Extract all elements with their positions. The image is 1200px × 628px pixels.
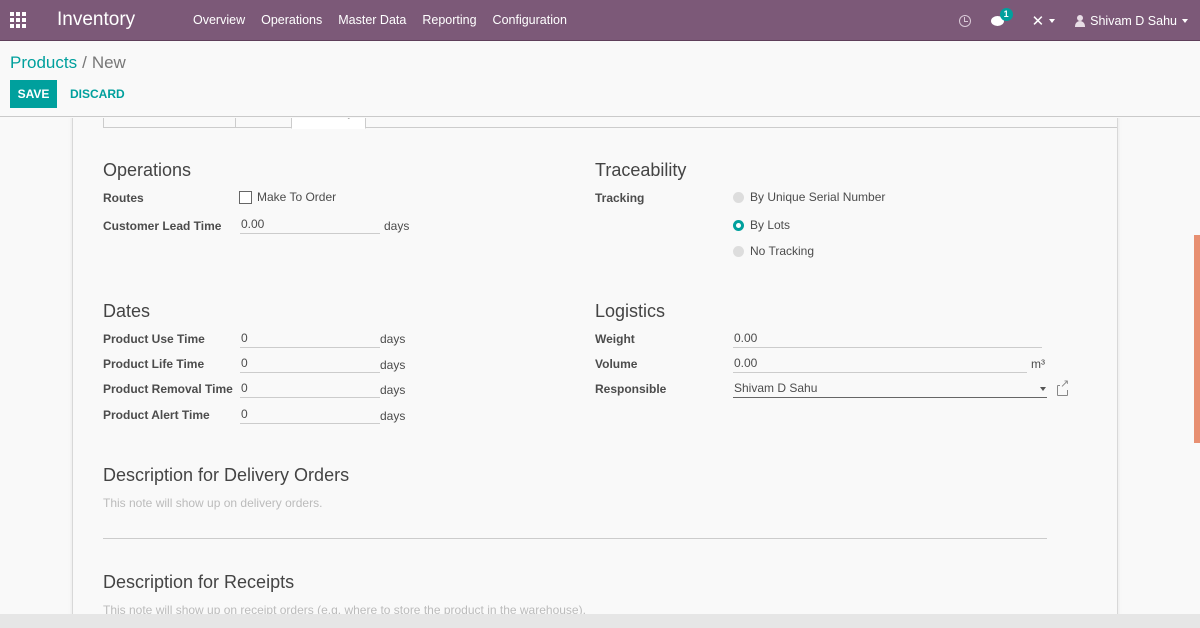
- tab-sales[interactable]: Sales: [235, 118, 291, 128]
- caret-down-icon: [1049, 18, 1056, 23]
- save-button[interactable]: Save: [10, 80, 57, 108]
- product-alert-time-label: Product Alert Time: [103, 408, 210, 422]
- receipt-description-title: Description for Receipts: [103, 572, 295, 592]
- make-to-order-checkbox[interactable]: Make To Order: [239, 190, 336, 204]
- delivery-description-title: Description for Delivery Orders: [103, 465, 350, 485]
- menu-overview[interactable]: Overview: [185, 0, 253, 41]
- tracking-serial-label: By Unique Serial Number: [750, 190, 886, 204]
- tools-button[interactable]: ✕: [1022, 12, 1066, 30]
- menu-master-data[interactable]: Master Data: [330, 0, 414, 41]
- weight-label: Weight: [595, 332, 635, 346]
- scrollbar-thumb[interactable]: [1194, 235, 1200, 443]
- responsible-label: Responsible: [595, 382, 667, 396]
- tracking-none-label: No Tracking: [750, 244, 815, 258]
- product-alert-time-input[interactable]: 0: [240, 404, 380, 424]
- radio-icon[interactable]: [733, 191, 744, 203]
- delivery-description-underline: [103, 538, 1047, 539]
- tracking-lots-radio[interactable]: By Lots: [733, 218, 790, 232]
- apps-menu-icon[interactable]: [10, 12, 26, 28]
- caret-down-icon: [1182, 18, 1188, 23]
- product-removal-time-label: Product Removal Time: [103, 382, 233, 396]
- menu-operations[interactable]: Operations: [253, 0, 330, 41]
- clock-icon: [958, 14, 971, 27]
- discard-button[interactable]: Discard: [62, 80, 133, 108]
- operations-title: Operations: [103, 160, 192, 180]
- menu-reporting[interactable]: Reporting: [414, 0, 484, 41]
- logistics-title: Logistics: [595, 301, 666, 321]
- tab-inventory[interactable]: Inventory: [291, 118, 367, 129]
- make-to-order-label: Make To Order: [257, 190, 337, 204]
- app-name: Inventory: [57, 9, 136, 30]
- bottom-scrollbar[interactable]: [0, 614, 1200, 628]
- volume-label: Volume: [595, 357, 638, 371]
- traceability-title: Traceability: [595, 160, 687, 180]
- product-removal-time-unit: days: [380, 383, 406, 397]
- customer-lead-time-input[interactable]: 0.00: [240, 214, 380, 234]
- external-link-icon[interactable]: [1057, 379, 1070, 396]
- breadcrumb-separator: /: [82, 53, 87, 72]
- breadcrumb-current: New: [91, 53, 126, 72]
- user-icon: [1075, 14, 1086, 27]
- breadcrumb: Products / New: [10, 53, 126, 73]
- product-life-time-input[interactable]: 0: [240, 353, 380, 373]
- volume-unit: m³: [1031, 357, 1045, 371]
- notebook-tabs: General Information Sales Inventory: [103, 118, 1117, 129]
- main-menu: Overview Operations Master Data Reportin…: [185, 0, 575, 41]
- product-use-time-input[interactable]: 0: [240, 328, 380, 348]
- dates-title: Dates: [103, 301, 151, 321]
- systray: 1 ✕ Shivam D Sahu: [949, 0, 1200, 41]
- checkbox[interactable]: [239, 190, 252, 204]
- form-content: General Information Sales Inventory Oper…: [0, 118, 1200, 628]
- dropdown-caret-icon[interactable]: [1040, 387, 1046, 391]
- chat-badge: 1: [999, 7, 1013, 21]
- tracking-lots-label: By Lots: [750, 218, 791, 232]
- messaging-button[interactable]: 1: [981, 7, 1014, 26]
- product-use-time-unit: days: [380, 332, 406, 346]
- product-life-time-label: Product Life Time: [103, 357, 205, 371]
- tracking-label: Tracking: [595, 191, 645, 205]
- form-sheet: General Information Sales Inventory Oper…: [72, 118, 1118, 628]
- user-name: Shivam D Sahu: [1090, 13, 1177, 28]
- weight-input[interactable]: 0.00: [733, 328, 1042, 348]
- top-navbar: Inventory Overview Operations Master Dat…: [0, 0, 1200, 41]
- control-panel: Products / New Save Discard: [0, 41, 1200, 117]
- user-menu[interactable]: Shivam D Sahu: [1065, 14, 1198, 28]
- breadcrumb-products[interactable]: Products: [10, 53, 77, 72]
- product-use-time-label: Product Use Time: [103, 332, 205, 346]
- routes-label: Routes: [103, 191, 144, 205]
- radio-checked-icon[interactable]: [733, 219, 744, 231]
- volume-input[interactable]: 0.00: [733, 353, 1027, 373]
- tracking-none-radio[interactable]: No Tracking: [733, 244, 814, 258]
- tools-icon: ✕: [1031, 12, 1045, 30]
- product-alert-time-unit: days: [380, 409, 406, 423]
- radio-icon[interactable]: [733, 245, 744, 257]
- delivery-description-input[interactable]: This note will show up on delivery order…: [103, 496, 322, 510]
- product-removal-time-input[interactable]: 0: [240, 378, 380, 398]
- activities-button[interactable]: [949, 14, 981, 27]
- tracking-serial-radio[interactable]: By Unique Serial Number: [733, 190, 885, 204]
- menu-configuration[interactable]: Configuration: [485, 0, 575, 41]
- product-life-time-unit: days: [380, 358, 406, 372]
- lead-time-unit: days: [384, 219, 410, 233]
- responsible-select[interactable]: Shivam D Sahu: [733, 378, 1047, 398]
- tab-general-information[interactable]: General Information: [103, 118, 235, 128]
- customer-lead-time-label: Customer Lead Time: [103, 219, 222, 233]
